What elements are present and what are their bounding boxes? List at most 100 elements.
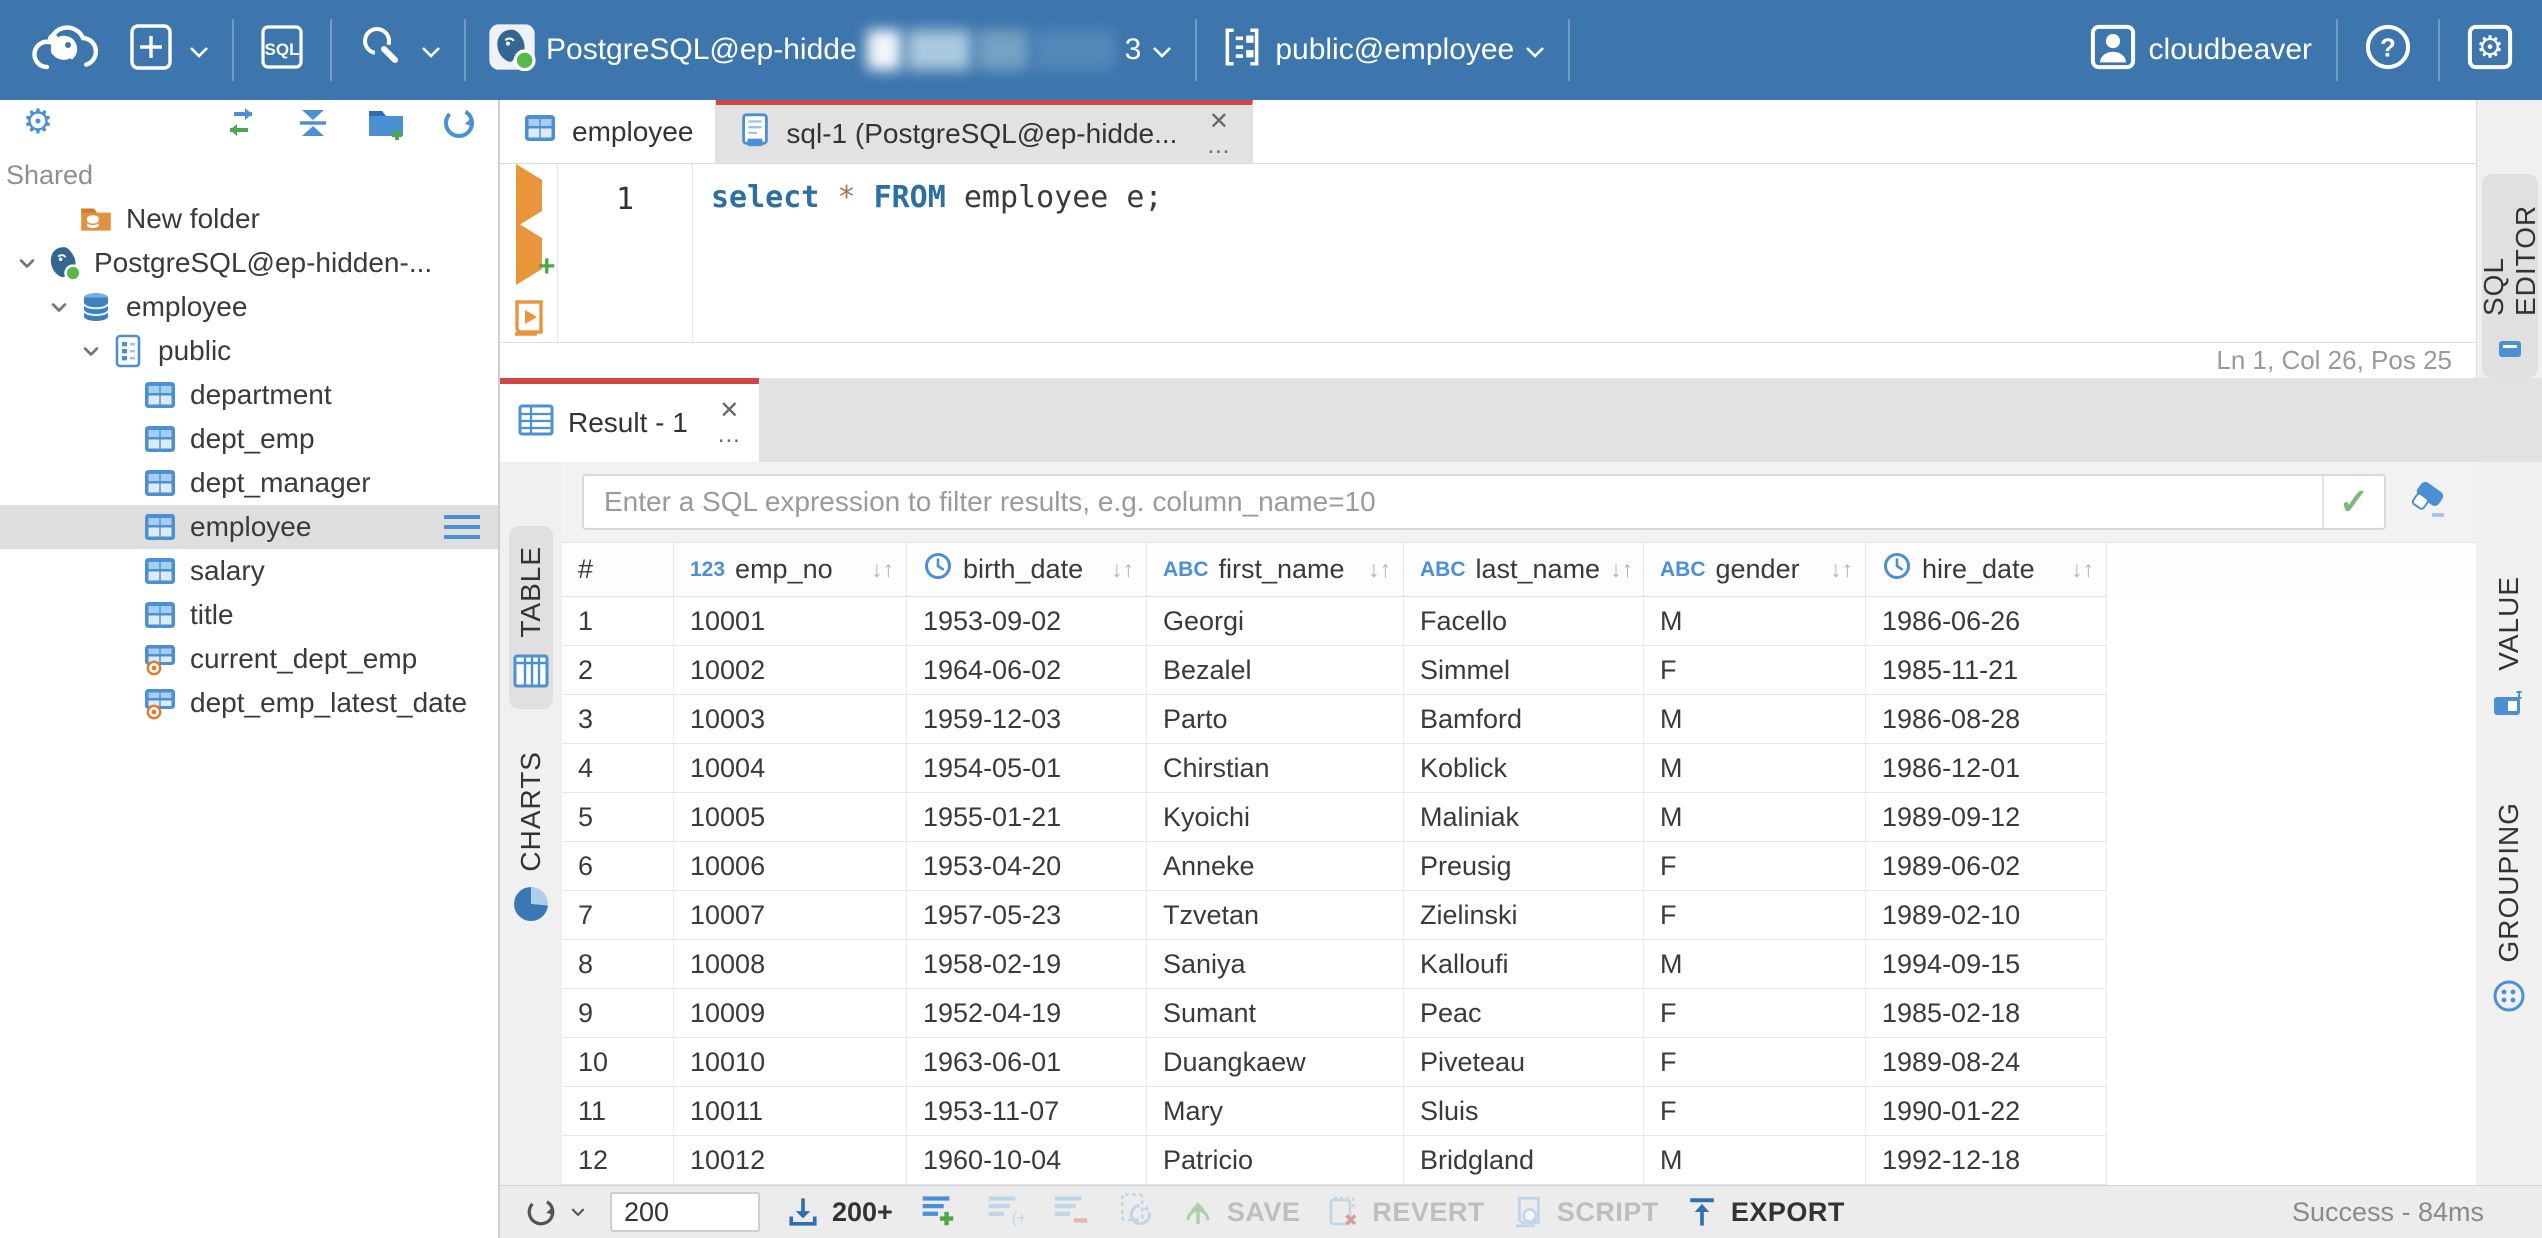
data-cell[interactable]: Zielinski	[1404, 891, 1644, 940]
tree-item-postgresql-ep-hidden-[interactable]: PostgreSQL@ep-hidden-...	[0, 241, 498, 285]
data-cell[interactable]: Kalloufi	[1404, 940, 1644, 989]
row-limit-input[interactable]	[610, 1192, 760, 1232]
data-cell[interactable]: F	[1644, 646, 1866, 695]
tab-grouping-panel[interactable]: GROUPING	[2487, 782, 2531, 1035]
column-header-first_name[interactable]: ABC first_name ↓↑	[1147, 543, 1404, 597]
refresh-icon[interactable]	[438, 102, 480, 151]
data-cell[interactable]: 1986-12-01	[1866, 744, 2107, 793]
data-cell[interactable]: Kyoichi	[1147, 793, 1404, 842]
tree-item-dept-emp-latest-date[interactable]: dept_emp_latest_date	[0, 681, 498, 725]
data-cell[interactable]: 1955-01-21	[907, 793, 1147, 842]
execute-query-icon[interactable]	[515, 164, 542, 227]
data-cell[interactable]: Tzvetan	[1147, 891, 1404, 940]
new-object-button[interactable]	[124, 20, 210, 81]
tab-table-view[interactable]: TABLE	[509, 526, 553, 709]
data-cell[interactable]: 1958-02-19	[907, 940, 1147, 989]
tree-item-current-dept-emp[interactable]: current_dept_emp	[0, 637, 498, 681]
data-cell[interactable]: 10011	[674, 1087, 907, 1136]
tree-item-public[interactable]: public	[0, 329, 498, 373]
save-button[interactable]: SAVE	[1179, 1193, 1301, 1231]
new-folder-icon[interactable]	[364, 101, 408, 152]
data-cell[interactable]: 10012	[674, 1136, 907, 1185]
close-icon[interactable]: ✕	[719, 399, 739, 423]
data-cell[interactable]: M	[1644, 1136, 1866, 1185]
row-number-cell[interactable]: 2	[562, 646, 674, 695]
item-menu-icon[interactable]	[444, 515, 480, 539]
data-cell[interactable]: Georgi	[1147, 597, 1404, 646]
revert-button[interactable]: REVERT	[1324, 1193, 1485, 1231]
chevron-expanded-icon[interactable]	[10, 249, 44, 277]
data-cell[interactable]: 10010	[674, 1038, 907, 1087]
sql-editor-button[interactable]: SQL	[256, 21, 308, 80]
schema-selector[interactable]: public@employee	[1219, 24, 1546, 77]
data-cell[interactable]: M	[1644, 940, 1866, 989]
tree-item-title[interactable]: title	[0, 593, 498, 637]
duplicate-row-button[interactable]: (+)	[983, 1189, 1032, 1236]
row-number-cell[interactable]: 11	[562, 1087, 674, 1136]
export-button[interactable]: EXPORT	[1683, 1193, 1845, 1231]
chevron-expanded-icon[interactable]	[74, 337, 108, 365]
data-cell[interactable]: 1989-02-10	[1866, 891, 2107, 940]
data-cell[interactable]: Preusig	[1404, 842, 1644, 891]
data-cell[interactable]: 1986-06-26	[1866, 597, 2107, 646]
settings-button[interactable]: ⚙	[2464, 21, 2516, 80]
eraser-icon[interactable]	[2406, 477, 2450, 528]
driver-manager-button[interactable]	[354, 19, 442, 82]
sort-icon[interactable]: ↓↑	[1111, 556, 1134, 583]
data-cell[interactable]: Piveteau	[1404, 1038, 1644, 1087]
tab-result-1[interactable]: Result - 1 ✕ ...	[500, 378, 759, 462]
data-cell[interactable]: Sluis	[1404, 1087, 1644, 1136]
user-menu[interactable]: cloudbeaver	[2087, 21, 2312, 80]
data-cell[interactable]: Bridgland	[1404, 1136, 1644, 1185]
tab-employee[interactable]: employee	[500, 100, 717, 163]
tree-item-employee[interactable]: employee	[0, 285, 498, 329]
column-header-emp_no[interactable]: 123 emp_no ↓↑	[674, 543, 907, 597]
result-tab-more-menu[interactable]: ...	[718, 423, 741, 447]
tree-item-employee[interactable]: employee	[0, 505, 498, 549]
data-cell[interactable]: 1959-12-03	[907, 695, 1147, 744]
data-cell[interactable]: F	[1644, 1038, 1866, 1087]
sort-icon[interactable]: ↓↑	[1830, 556, 1853, 583]
data-cell[interactable]: M	[1644, 597, 1866, 646]
delete-row-button[interactable]	[1049, 1189, 1091, 1236]
column-header-gender[interactable]: ABC gender ↓↑	[1644, 543, 1866, 597]
data-cell[interactable]: Bamford	[1404, 695, 1644, 744]
data-cell[interactable]: 1985-11-21	[1866, 646, 2107, 695]
data-cell[interactable]: 1953-09-02	[907, 597, 1147, 646]
sort-icon[interactable]: ↓↑	[1610, 556, 1633, 583]
data-cell[interactable]: 1986-08-28	[1866, 695, 2107, 744]
row-number-cell[interactable]: 10	[562, 1038, 674, 1087]
column-header-birth_date[interactable]: birth_date ↓↑	[907, 543, 1147, 597]
data-cell[interactable]: M	[1644, 793, 1866, 842]
refresh-result-button[interactable]	[522, 1193, 586, 1231]
fetch-more-button[interactable]: 200+	[784, 1193, 893, 1231]
sort-icon[interactable]: ↓↑	[871, 556, 894, 583]
data-cell[interactable]: F	[1644, 842, 1866, 891]
row-number-cell[interactable]: 6	[562, 842, 674, 891]
script-button[interactable]: SCRIPT	[1509, 1193, 1659, 1231]
data-cell[interactable]: Peac	[1404, 989, 1644, 1038]
tab-sql-editor-rail[interactable]: SQL EDITOR	[2481, 174, 2538, 378]
data-cell[interactable]: 1953-11-07	[907, 1087, 1147, 1136]
data-cell[interactable]: 1964-06-02	[907, 646, 1147, 695]
row-number-cell[interactable]: 9	[562, 989, 674, 1038]
row-number-cell[interactable]: 3	[562, 695, 674, 744]
row-number-cell[interactable]: 4	[562, 744, 674, 793]
data-cell[interactable]: Koblick	[1404, 744, 1644, 793]
data-cell[interactable]: F	[1644, 989, 1866, 1038]
data-cell[interactable]: 1954-05-01	[907, 744, 1147, 793]
data-cell[interactable]: 1992-12-18	[1866, 1136, 2107, 1185]
data-cell[interactable]: 1957-05-23	[907, 891, 1147, 940]
apply-filter-check-icon[interactable]: ✓	[2322, 476, 2384, 528]
data-cell[interactable]: Saniya	[1147, 940, 1404, 989]
column-header-last_name[interactable]: ABC last_name ↓↑	[1404, 543, 1644, 597]
data-cell[interactable]: 10008	[674, 940, 907, 989]
row-number-cell[interactable]: 1	[562, 597, 674, 646]
close-icon[interactable]: ✕	[1209, 110, 1229, 134]
tab-more-menu[interactable]: ...	[1207, 134, 1230, 158]
data-cell[interactable]: 10006	[674, 842, 907, 891]
data-cell[interactable]: 10003	[674, 695, 907, 744]
data-cell[interactable]: M	[1644, 744, 1866, 793]
data-cell[interactable]: F	[1644, 1087, 1866, 1136]
collapse-all-icon[interactable]	[292, 102, 334, 151]
